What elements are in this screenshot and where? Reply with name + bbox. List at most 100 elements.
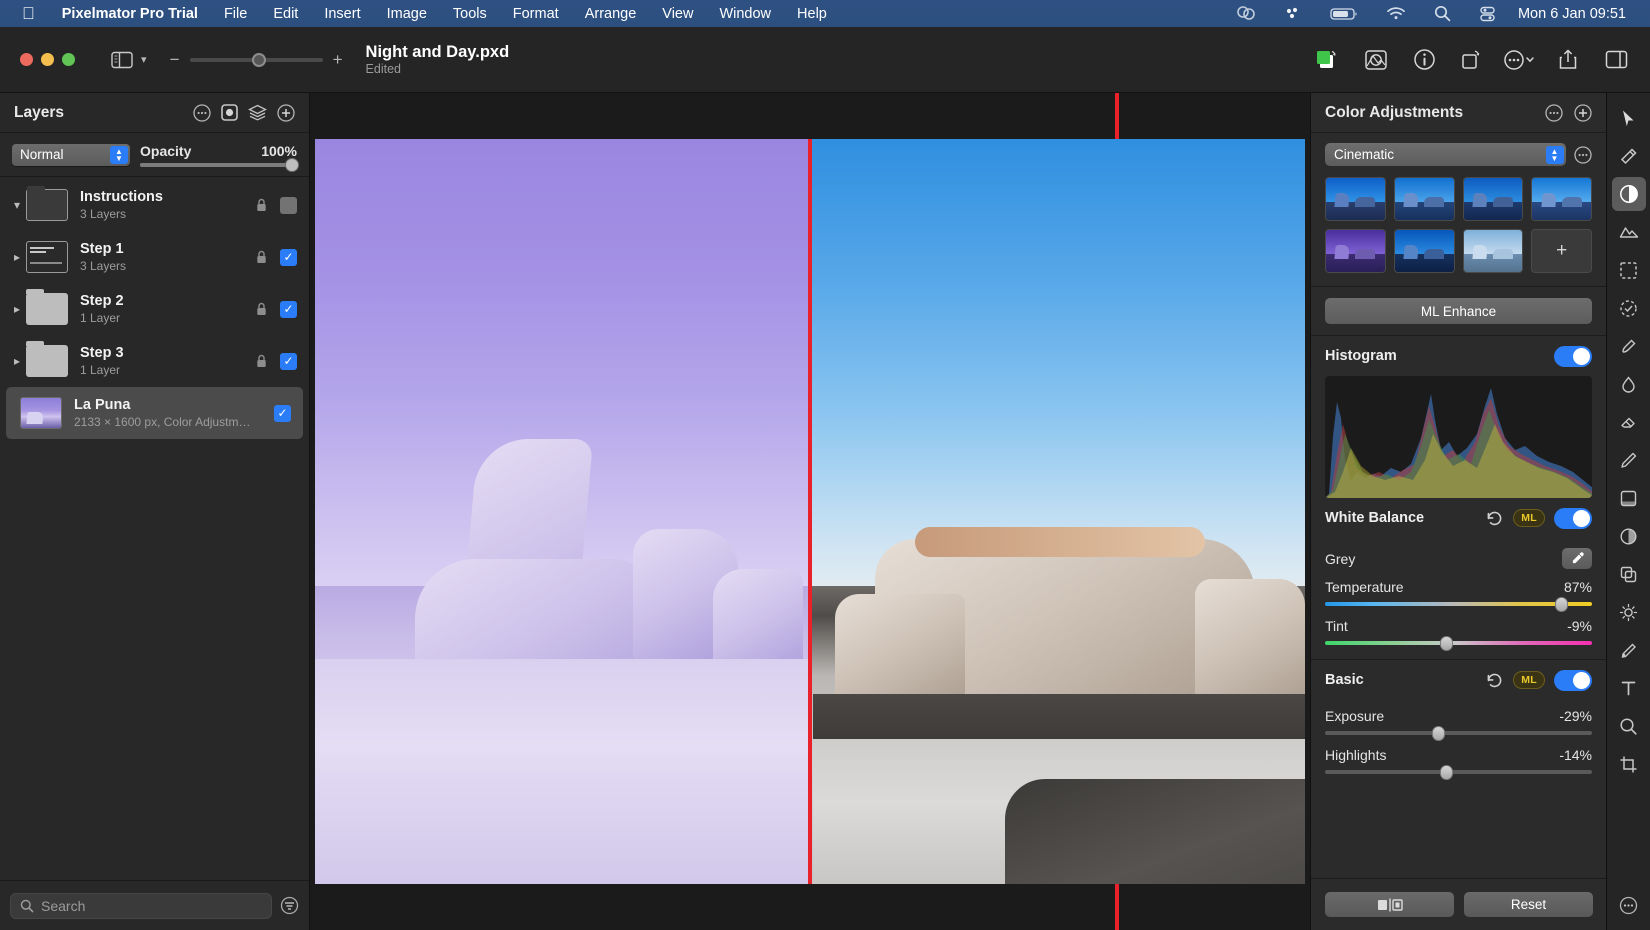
eyedropper-button[interactable] — [1562, 548, 1592, 569]
layer-row-step-3[interactable]: ▸ Step 3 1 Layer ✓ — [0, 335, 309, 387]
menu-tools[interactable]: Tools — [440, 6, 500, 22]
menu-help[interactable]: Help — [784, 6, 840, 22]
histogram-toggle[interactable] — [1554, 346, 1592, 367]
preset-thumbnail[interactable] — [1325, 229, 1386, 273]
control-center-icon[interactable] — [1465, 6, 1510, 22]
reset-adjustments-button[interactable]: Reset — [1464, 892, 1593, 917]
tint-slider[interactable] — [1325, 641, 1592, 645]
reset-icon[interactable] — [1485, 509, 1504, 528]
color-adjustments-tool[interactable] — [1612, 177, 1646, 211]
add-adjustment-icon[interactable] — [1574, 104, 1592, 122]
more-options-button[interactable] — [1496, 39, 1544, 81]
dropbox-icon[interactable] — [1270, 6, 1316, 22]
basic-ml-badge[interactable]: ML — [1513, 671, 1545, 689]
search-icon[interactable] — [1420, 5, 1465, 22]
lock-icon[interactable] — [256, 250, 274, 264]
reset-icon[interactable] — [1485, 671, 1504, 690]
layer-row-step-1[interactable]: ▸ Step 1 3 Layers ✓ — [0, 231, 309, 283]
inspector-toggle-button[interactable] — [1592, 39, 1640, 81]
color-swatch-button[interactable] — [1304, 39, 1352, 81]
disclosure-chevron-icon[interactable]: ▸ — [8, 354, 26, 368]
preset-thumbnail[interactable] — [1463, 177, 1524, 221]
document-title[interactable]: Night and Day.pxd — [366, 43, 510, 62]
white-balance-ml-badge[interactable]: ML — [1513, 509, 1545, 527]
temperature-slider-knob[interactable] — [1555, 597, 1568, 612]
text-tool[interactable] — [1612, 671, 1646, 705]
menu-app-name[interactable]: Pixelmator Pro Trial — [49, 6, 211, 22]
temperature-slider[interactable] — [1325, 602, 1592, 606]
battery-icon[interactable] — [1316, 7, 1372, 21]
stepper-icon[interactable]: ▲▼ — [110, 146, 128, 164]
layer-row-step-2[interactable]: ▸ Step 2 1 Layer ✓ — [0, 283, 309, 335]
close-button[interactable] — [20, 53, 33, 66]
more-options-icon[interactable] — [1545, 104, 1563, 122]
search-input[interactable]: Search — [10, 893, 272, 919]
menu-file[interactable]: File — [211, 6, 260, 22]
preset-thumbnail[interactable] — [1325, 177, 1386, 221]
share-button[interactable] — [1544, 39, 1592, 81]
layers-stack-icon[interactable] — [248, 104, 267, 121]
menu-view[interactable]: View — [649, 6, 706, 22]
layer-row-instructions[interactable]: ▾ Instructions 3 Layers — [0, 179, 309, 231]
more-options-icon[interactable] — [193, 104, 211, 122]
eraser-tool[interactable] — [1612, 405, 1646, 439]
filter-button[interactable] — [280, 896, 299, 915]
clone-tool[interactable] — [1612, 557, 1646, 591]
effects-tool[interactable] — [1612, 215, 1646, 249]
disclosure-chevron-icon[interactable]: ▸ — [8, 302, 26, 316]
shapes-tool[interactable] — [1612, 519, 1646, 553]
wifi-icon[interactable] — [1372, 6, 1420, 21]
preset-select[interactable]: Cinematic ▲▼ — [1325, 143, 1566, 166]
zoom-slider-knob[interactable] — [252, 53, 266, 67]
before-after-split-handle[interactable] — [808, 139, 812, 884]
highlights-value[interactable]: -14% — [1559, 747, 1592, 763]
basic-toggle[interactable] — [1554, 670, 1592, 691]
gradient-tool[interactable] — [1612, 481, 1646, 515]
zoom-slider[interactable] — [190, 58, 323, 62]
arrange-button[interactable] — [1448, 39, 1496, 81]
highlights-slider[interactable] — [1325, 770, 1592, 774]
preset-thumbnail[interactable] — [1463, 229, 1524, 273]
lock-icon[interactable] — [256, 198, 274, 212]
lock-icon[interactable] — [256, 302, 274, 316]
layer-visibility-checkbox[interactable] — [280, 197, 297, 214]
white-balance-toggle[interactable] — [1554, 508, 1592, 529]
exposure-value[interactable]: -29% — [1559, 708, 1592, 724]
preset-options-button[interactable] — [1574, 146, 1592, 164]
apple-logo-icon[interactable]:  — [14, 5, 49, 22]
preset-thumbnail[interactable] — [1394, 229, 1455, 273]
layer-visibility-checkbox[interactable]: ✓ — [280, 301, 297, 318]
effects-button[interactable] — [1352, 39, 1400, 81]
disclosure-chevron-icon[interactable]: ▾ — [8, 198, 26, 212]
layer-visibility-checkbox[interactable]: ✓ — [274, 405, 291, 422]
layer-visibility-checkbox[interactable]: ✓ — [280, 249, 297, 266]
tint-slider-knob[interactable] — [1440, 636, 1453, 651]
highlights-slider-knob[interactable] — [1440, 765, 1453, 780]
sidebar-toggle-button[interactable] — [111, 51, 133, 69]
opacity-value[interactable]: 100% — [261, 143, 297, 159]
image-canvas[interactable] — [315, 139, 1305, 884]
rect-select-tool[interactable] — [1612, 253, 1646, 287]
exposure-slider[interactable] — [1325, 731, 1592, 735]
tint-value[interactable]: -9% — [1567, 618, 1592, 634]
pen-tool[interactable] — [1612, 443, 1646, 477]
menu-image[interactable]: Image — [374, 6, 440, 22]
arrow-select-tool[interactable] — [1612, 101, 1646, 135]
disclosure-chevron-icon[interactable]: ▸ — [8, 250, 26, 264]
menu-format[interactable]: Format — [500, 6, 572, 22]
temperature-value[interactable]: 87% — [1564, 579, 1592, 595]
repair-tool[interactable] — [1612, 367, 1646, 401]
opacity-slider-knob[interactable] — [285, 158, 299, 172]
preset-thumbnail[interactable] — [1394, 177, 1455, 221]
zoom-tool[interactable] — [1612, 709, 1646, 743]
opacity-slider[interactable] — [140, 163, 297, 167]
menu-window[interactable]: Window — [706, 6, 784, 22]
menu-insert[interactable]: Insert — [311, 6, 373, 22]
menu-arrange[interactable]: Arrange — [572, 6, 650, 22]
layer-visibility-checkbox[interactable]: ✓ — [280, 353, 297, 370]
preset-thumbnail[interactable] — [1531, 177, 1592, 221]
exposure-slider-knob[interactable] — [1432, 726, 1445, 741]
add-layer-icon[interactable] — [277, 104, 295, 122]
chevron-down-icon[interactable]: ▾ — [141, 53, 147, 66]
add-preset-button[interactable]: + — [1531, 229, 1592, 273]
